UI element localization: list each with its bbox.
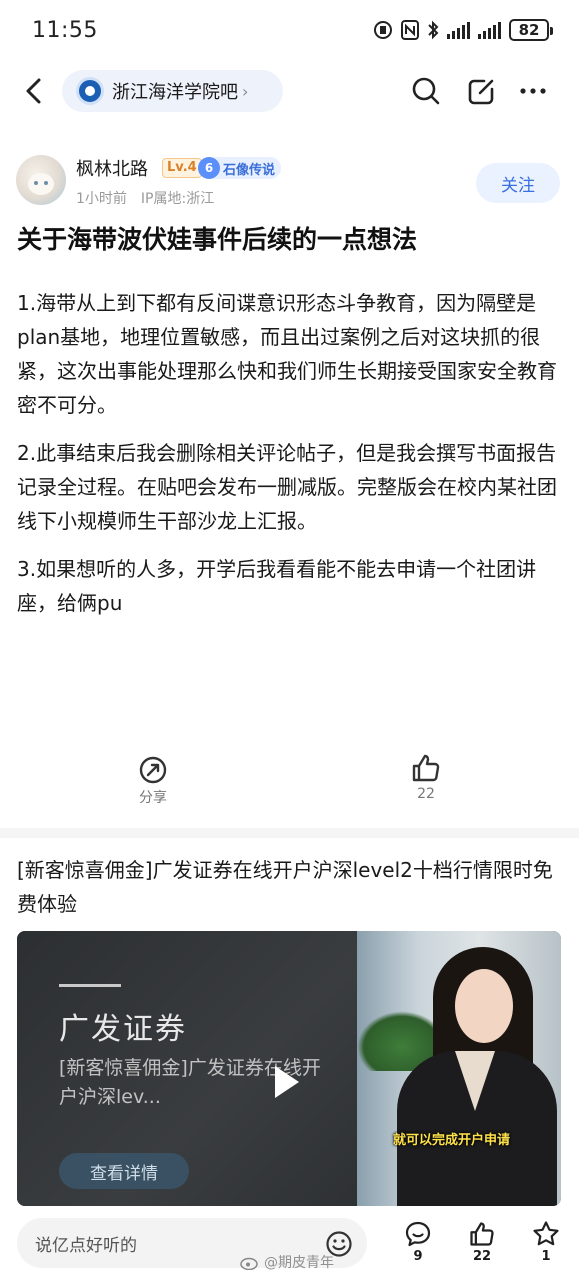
chevron-right-icon: › bbox=[242, 81, 249, 101]
weibo-icon bbox=[240, 1257, 258, 1270]
ad-text-panel: 广发证券 [新客惊喜佣金]广发证券在线开户沪深lev... 查看详情 bbox=[17, 931, 357, 1206]
vibrate-icon bbox=[374, 21, 392, 39]
bluetooth-icon bbox=[428, 20, 439, 40]
comment-count: 9 bbox=[413, 1249, 423, 1264]
forum-link[interactable]: 浙江海洋学院吧 › bbox=[62, 70, 283, 112]
post-body: 1.海带从上到下都有反间谍意识形态斗争教育，因为隔壁是plan基地，地理位置敏感… bbox=[17, 286, 565, 634]
ad-photo: 就可以完成开户申请 bbox=[357, 931, 561, 1206]
post-like-count: 22 bbox=[417, 786, 435, 802]
ip-location: IP属地:浙江 bbox=[140, 191, 215, 207]
play-icon[interactable] bbox=[275, 1066, 299, 1098]
share-label: 分享 bbox=[139, 790, 167, 806]
post-time: 1小时前 bbox=[76, 191, 127, 207]
edit-icon[interactable] bbox=[466, 75, 498, 107]
level-badge: Lv.4 bbox=[162, 158, 202, 178]
signal-icon-2 bbox=[478, 21, 501, 39]
section-divider bbox=[0, 828, 579, 838]
favorite-button[interactable]: 1 bbox=[526, 1220, 566, 1264]
ad-video[interactable]: 广发证券 [新客惊喜佣金]广发证券在线开户沪深lev... 查看详情 就可以完成… bbox=[17, 931, 561, 1206]
thumbs-up-icon bbox=[412, 754, 440, 782]
battery-icon: 82 bbox=[509, 19, 553, 41]
ad-person-face bbox=[455, 969, 513, 1043]
author-avatar[interactable] bbox=[16, 155, 66, 205]
like-button[interactable]: 22 bbox=[462, 1220, 502, 1264]
title-badge-num: 6 bbox=[198, 157, 220, 179]
search-icon[interactable] bbox=[410, 75, 442, 107]
ad-caption: 就可以完成开户申请 bbox=[393, 1133, 511, 1148]
signal-icon bbox=[447, 21, 470, 39]
back-icon[interactable] bbox=[20, 76, 48, 106]
post-like-button[interactable]: 22 bbox=[403, 752, 449, 802]
comment-placeholder: 说亿点好听的 bbox=[35, 1235, 137, 1256]
more-icon[interactable] bbox=[518, 76, 548, 106]
status-time: 11:55 bbox=[32, 17, 98, 43]
ad-title[interactable]: [新客惊喜佣金]广发证券在线开户沪深level2十档行情限时免费体验 bbox=[17, 853, 567, 921]
author-meta: 1小时前 IP属地:浙江 bbox=[76, 188, 214, 208]
ad-details-button[interactable]: 查看详情 bbox=[59, 1153, 189, 1189]
share-button[interactable]: 分享 bbox=[130, 755, 176, 807]
star-icon bbox=[533, 1221, 559, 1246]
follow-button[interactable]: 关注 bbox=[476, 163, 560, 203]
post-paragraph-3: 3.如果想听的人多，开学后我看看能不能去申请一个社团讲座，给俩pu bbox=[17, 557, 537, 615]
title-badge: 6 石像传说 bbox=[198, 157, 282, 179]
ad-brand: 广发证券 bbox=[59, 1012, 187, 1047]
status-bar: 11:55 82 bbox=[0, 0, 579, 60]
title-badge-text: 石像传说 bbox=[223, 162, 276, 178]
comment-icon bbox=[405, 1221, 431, 1247]
watermark-text: @期皮青年 bbox=[264, 1255, 334, 1271]
author-name[interactable]: 枫林北路 bbox=[76, 155, 148, 181]
watermark: @期皮青年 bbox=[240, 1252, 334, 1272]
nfc-icon bbox=[401, 20, 419, 40]
forum-logo bbox=[76, 77, 104, 105]
header-nav: 浙江海洋学院吧 › bbox=[0, 62, 579, 120]
comment-button[interactable]: 9 bbox=[398, 1220, 438, 1264]
favorite-count: 1 bbox=[541, 1249, 551, 1264]
ad-accent-line bbox=[59, 984, 121, 987]
like-count: 22 bbox=[472, 1249, 492, 1264]
status-icons: 82 bbox=[373, 19, 553, 41]
post-paragraph-2: 2.此事结束后我会删除相关评论帖子，但是我会撰写书面报告记录全过程。在贴吧会发布… bbox=[17, 441, 557, 533]
share-icon bbox=[139, 756, 167, 784]
forum-name: 浙江海洋学院吧 bbox=[112, 82, 238, 103]
thumbs-up-icon bbox=[470, 1222, 494, 1246]
post-paragraph-1: 1.海带从上到下都有反间谍意识形态斗争教育，因为隔壁是plan基地，地理位置敏感… bbox=[17, 291, 557, 417]
post-title: 关于海带波伏娃事件后续的一点想法 bbox=[17, 225, 418, 254]
